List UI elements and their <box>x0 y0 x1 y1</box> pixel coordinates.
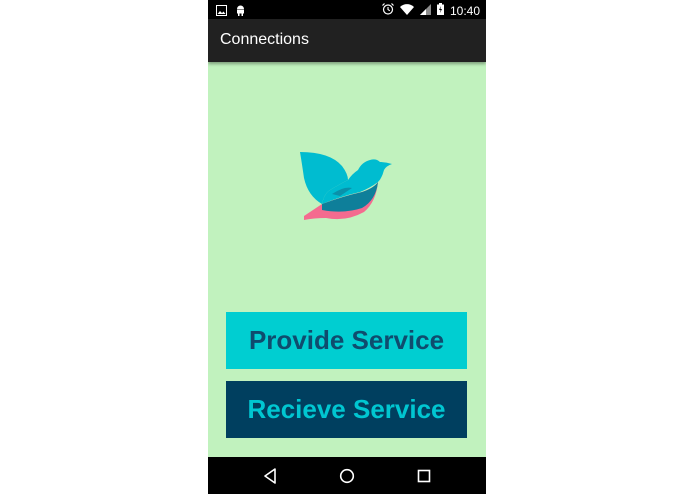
bird-icon <box>300 148 400 234</box>
provide-service-button[interactable]: Provide Service <box>226 312 467 369</box>
app-title: Connections <box>220 31 309 48</box>
main-content: Provide Service Recieve Service <box>208 62 486 457</box>
navigation-bar <box>208 457 486 494</box>
alarm-icon <box>382 2 394 20</box>
status-right: 10:40 <box>382 2 480 20</box>
back-icon[interactable] <box>259 465 281 487</box>
signal-icon <box>419 2 431 20</box>
app-bar: Connections <box>208 19 486 62</box>
battery-icon <box>436 2 444 20</box>
phone-screen: 10:40 Connections Provide Service Reciev… <box>208 0 486 494</box>
status-time: 10:40 <box>449 3 480 18</box>
recents-icon[interactable] <box>413 465 435 487</box>
status-bar: 10:40 <box>208 0 486 19</box>
receive-service-button[interactable]: Recieve Service <box>226 381 467 438</box>
wifi-icon <box>399 2 414 20</box>
home-icon[interactable] <box>336 465 358 487</box>
